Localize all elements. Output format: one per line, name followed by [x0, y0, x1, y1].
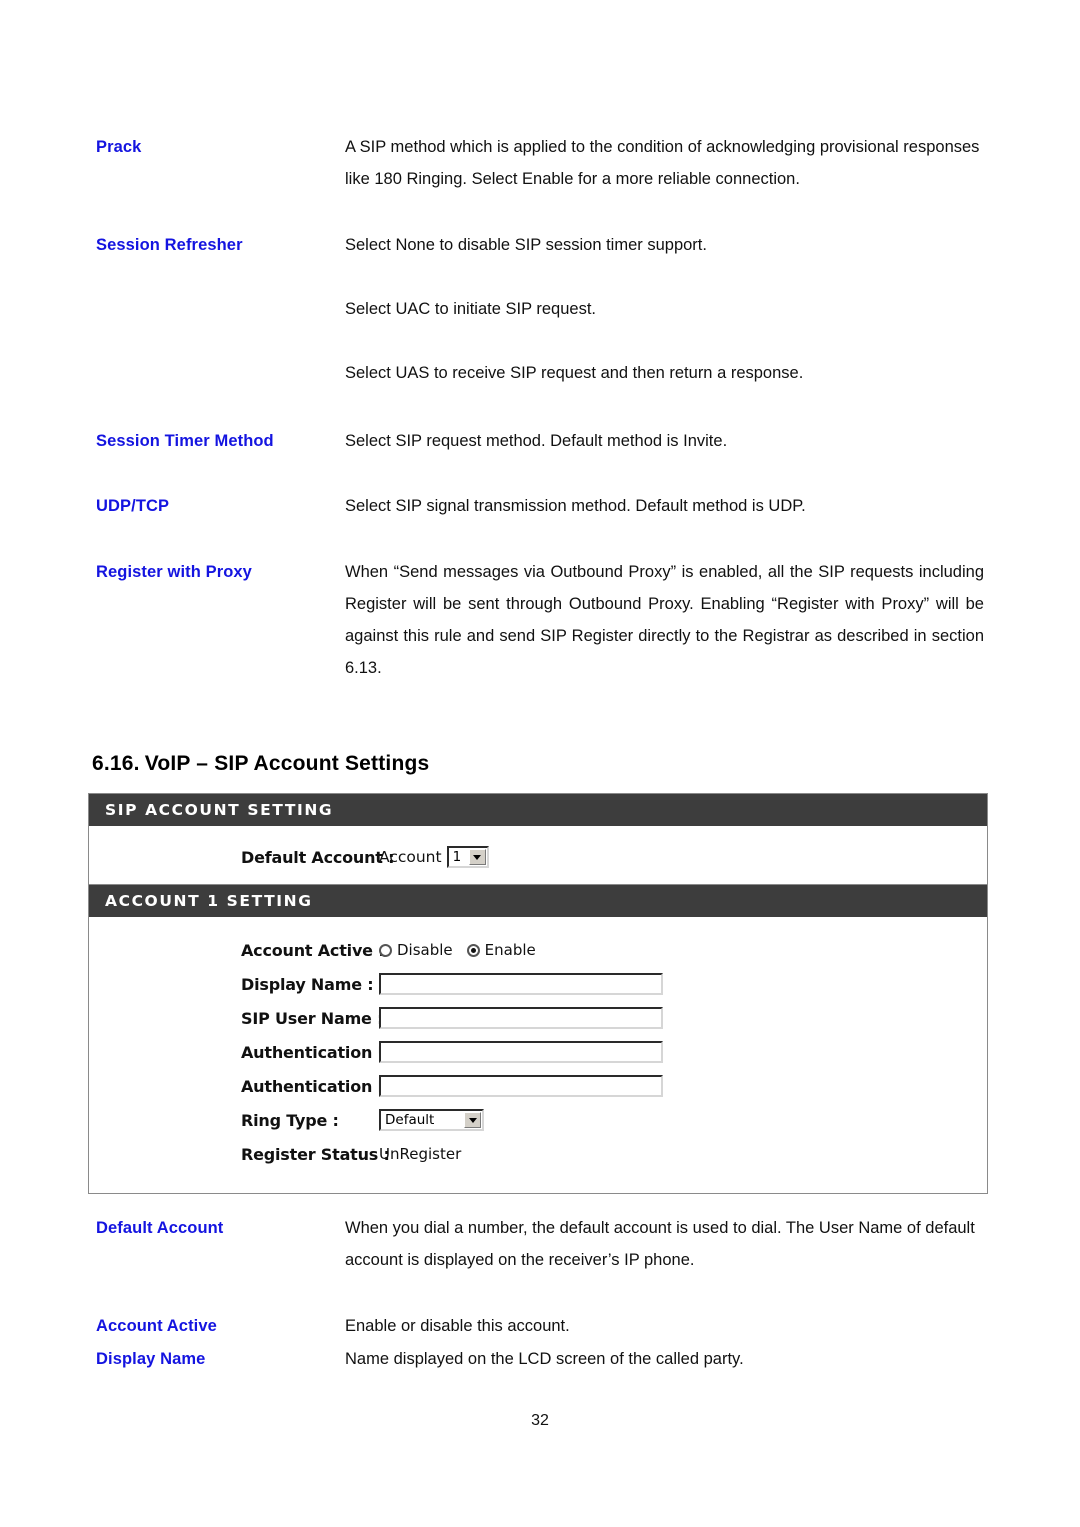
- glossary-entry-display-name: Display Name Name displayed on the LCD s…: [96, 1343, 984, 1375]
- term-description: Name displayed on the LCD screen of the …: [345, 1343, 984, 1375]
- term-label: Session Refresher: [96, 236, 243, 254]
- panel-header-title: SIP ACCOUNT SETTING: [89, 794, 987, 826]
- panel-body: Default Account : Account 1: [89, 826, 987, 892]
- definition-row: Account Active Enable or disable this ac…: [96, 1310, 984, 1342]
- register-status-row: Register Status : UnRegister: [89, 1137, 987, 1171]
- term-label: Prack: [96, 138, 142, 156]
- auth-user-name-label: Authentication User Name :: [241, 1042, 486, 1062]
- sip-account-setting-panel: SIP ACCOUNT SETTING Default Account : Ac…: [88, 793, 988, 893]
- description-paragraph: When “Send messages via Outbound Proxy” …: [345, 563, 984, 677]
- term-label: Register with Proxy: [96, 563, 252, 581]
- term-description: Enable or disable this account.: [345, 1310, 984, 1342]
- radio-option-enable[interactable]: Enable: [466, 941, 536, 959]
- auth-user-name-input[interactable]: [379, 1041, 663, 1063]
- section-number: 6.16.: [92, 752, 140, 775]
- ring-type-select[interactable]: Default: [379, 1109, 484, 1131]
- description-paragraph: Name displayed on the LCD screen of the …: [345, 1350, 744, 1368]
- ring-type-label: Ring Type :: [241, 1110, 339, 1130]
- sip-user-name-row: SIP User Name :: [89, 1001, 987, 1035]
- radio-icon-selected[interactable]: [466, 943, 480, 957]
- description-paragraph: Select UAS to receive SIP request and th…: [345, 364, 804, 382]
- definition-row: Session Refresher Select None to disable…: [96, 229, 984, 389]
- account-1-setting-panel: ACCOUNT 1 SETTING Account Active : Disab…: [88, 884, 988, 1194]
- auth-password-row: Authentication Password :: [89, 1069, 987, 1103]
- panel-body: Account Active : Disable Enable Display …: [89, 917, 987, 1193]
- definition-row: Prack A SIP method which is applied to t…: [96, 131, 984, 195]
- account-active-label: Account Active :: [241, 940, 385, 960]
- auth-password-input[interactable]: [379, 1075, 663, 1097]
- term-description: Select None to disable SIP session timer…: [345, 229, 984, 389]
- glossary-entry-prack: Prack A SIP method which is applied to t…: [96, 131, 984, 195]
- default-account-row: Default Account : Account 1: [89, 826, 987, 892]
- auth-user-name-row: Authentication User Name :: [89, 1035, 987, 1069]
- term-description: When “Send messages via Outbound Proxy” …: [345, 556, 984, 684]
- glossary-entry-account-active: Account Active Enable or disable this ac…: [96, 1310, 984, 1342]
- display-name-label: Display Name :: [241, 974, 374, 994]
- register-status-value: UnRegister: [379, 1145, 462, 1163]
- ring-type-row: Ring Type : Default: [89, 1103, 987, 1137]
- description-paragraph: Select None to disable SIP session timer…: [345, 236, 707, 254]
- description-paragraph: A SIP method which is applied to the con…: [345, 138, 980, 188]
- definition-row: Display Name Name displayed on the LCD s…: [96, 1343, 984, 1375]
- term-label: UDP/TCP: [96, 497, 170, 515]
- term-label: Account Active: [96, 1317, 217, 1335]
- register-status-control: UnRegister: [379, 1145, 987, 1163]
- display-name-input[interactable]: [379, 973, 663, 995]
- radio-label: Disable: [397, 941, 453, 959]
- sip-user-name-control: [379, 1007, 987, 1029]
- account-active-row: Account Active : Disable Enable: [89, 933, 987, 967]
- sip-user-name-input[interactable]: [379, 1007, 663, 1029]
- display-name-row: Display Name :: [89, 967, 987, 1001]
- term-description: Select SIP request method. Default metho…: [345, 425, 984, 457]
- glossary-entry-udp-tcp: UDP/TCP Select SIP signal transmission m…: [96, 490, 984, 522]
- ring-type-value: Default: [385, 1112, 435, 1128]
- term-label: Display Name: [96, 1350, 206, 1368]
- default-account-select[interactable]: 1: [446, 846, 489, 868]
- description-paragraph: Enable or disable this account.: [345, 1317, 570, 1335]
- glossary-entry-register-with-proxy: Register with Proxy When “Send messages …: [96, 556, 984, 684]
- account-active-control: Disable Enable: [379, 941, 987, 959]
- glossary-entry-session-timer-method: Session Timer Method Select SIP request …: [96, 425, 984, 457]
- term-label: Default Account: [96, 1219, 224, 1237]
- radio-option-disable[interactable]: Disable: [379, 941, 453, 959]
- auth-user-name-control: [379, 1041, 987, 1063]
- register-status-label: Register Status :: [241, 1144, 390, 1164]
- document-page: Prack A SIP method which is applied to t…: [0, 0, 1080, 1527]
- definition-row: Register with Proxy When “Send messages …: [96, 556, 984, 684]
- display-name-control: [379, 973, 987, 995]
- term-description: Select SIP signal transmission method. D…: [345, 490, 984, 522]
- definition-row: Default Account When you dial a number, …: [96, 1212, 984, 1276]
- section-heading: 6.16. VoIP – SIP Account Settings: [92, 752, 429, 776]
- default-account-control: Account 1: [379, 846, 987, 868]
- glossary-entry-default-account: Default Account When you dial a number, …: [96, 1212, 984, 1276]
- page-number: 32: [531, 1412, 549, 1429]
- radio-label: Enable: [484, 941, 536, 959]
- definition-row: UDP/TCP Select SIP signal transmission m…: [96, 490, 984, 522]
- definition-row: Session Timer Method Select SIP request …: [96, 425, 984, 457]
- account-prefix-label: Account: [379, 848, 442, 866]
- radio-icon[interactable]: [379, 943, 392, 957]
- account-active-radio-group: Disable Enable: [379, 941, 536, 959]
- description-paragraph: Select SIP signal transmission method. D…: [345, 497, 806, 515]
- term-description: When you dial a number, the default acco…: [345, 1212, 984, 1276]
- auth-password-control: [379, 1075, 987, 1097]
- description-paragraph: Select UAC to initiate SIP request.: [345, 300, 596, 318]
- term-description: A SIP method which is applied to the con…: [345, 131, 984, 195]
- panel-header-title: ACCOUNT 1 SETTING: [89, 885, 987, 917]
- chevron-down-icon[interactable]: [464, 1112, 481, 1128]
- section-title: VoIP – SIP Account Settings: [144, 752, 430, 775]
- default-account-value: 1: [452, 849, 462, 865]
- term-label: Session Timer Method: [96, 432, 274, 450]
- chevron-down-icon[interactable]: [468, 849, 486, 865]
- description-paragraph: Select SIP request method. Default metho…: [345, 432, 728, 450]
- sip-user-name-label: SIP User Name :: [241, 1008, 384, 1028]
- ring-type-control: Default: [379, 1109, 987, 1131]
- auth-password-label: Authentication Password :: [241, 1076, 474, 1096]
- description-paragraph: When you dial a number, the default acco…: [345, 1219, 975, 1269]
- default-account-label: Default Account :: [241, 847, 395, 867]
- glossary-entry-session-refresher: Session Refresher Select None to disable…: [96, 229, 984, 389]
